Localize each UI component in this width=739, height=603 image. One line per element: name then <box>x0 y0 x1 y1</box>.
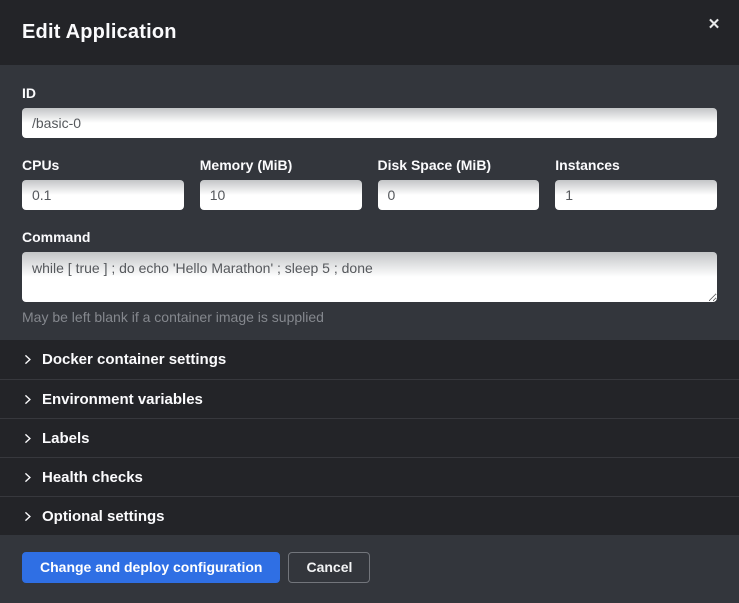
change-and-deploy-button[interactable]: Change and deploy configuration <box>22 552 280 583</box>
chevron-right-icon <box>22 511 33 522</box>
id-label: ID <box>22 85 717 101</box>
cancel-button[interactable]: Cancel <box>288 552 370 583</box>
section-label: Health checks <box>42 469 143 486</box>
command-help-text: May be left blank if a container image i… <box>22 309 717 325</box>
disk-input[interactable] <box>378 180 540 210</box>
memory-input[interactable] <box>200 180 362 210</box>
command-label: Command <box>22 229 717 245</box>
disk-field-group: Disk Space (MiB) <box>378 157 540 210</box>
section-health-checks[interactable]: Health checks <box>0 457 739 496</box>
section-environment-variables[interactable]: Environment variables <box>0 379 739 418</box>
instances-field-group: Instances <box>555 157 717 210</box>
section-optional-settings[interactable]: Optional settings <box>0 496 739 535</box>
command-field-group: Command while [ true ] ; do echo 'Hello … <box>22 229 717 325</box>
chevron-right-icon <box>22 354 33 365</box>
cpus-field-group: CPUs <box>22 157 184 210</box>
memory-label: Memory (MiB) <box>200 157 362 173</box>
resources-row: CPUs Memory (MiB) Disk Space (MiB) Insta… <box>22 157 717 210</box>
disk-label: Disk Space (MiB) <box>378 157 540 173</box>
cpus-label: CPUs <box>22 157 184 173</box>
chevron-right-icon <box>22 394 33 405</box>
instances-input[interactable] <box>555 180 717 210</box>
section-label: Environment variables <box>42 391 203 408</box>
section-label: Labels <box>42 430 90 447</box>
accordion-sections: Docker container settings Environment va… <box>0 340 739 535</box>
section-labels[interactable]: Labels <box>0 418 739 457</box>
edit-application-modal: Edit Application ✕ ID CPUs Memory (MiB) … <box>0 0 739 599</box>
id-input[interactable] <box>22 108 717 138</box>
page-title: Edit Application <box>22 21 177 44</box>
section-label: Optional settings <box>42 508 165 525</box>
cpus-input[interactable] <box>22 180 184 210</box>
command-textarea[interactable]: while [ true ] ; do echo 'Hello Marathon… <box>22 252 717 302</box>
section-label: Docker container settings <box>42 351 226 368</box>
modal-footer: Change and deploy configuration Cancel <box>0 535 739 603</box>
id-field-group: ID <box>22 85 717 138</box>
chevron-right-icon <box>22 433 33 444</box>
modal-header: Edit Application ✕ <box>0 0 739 65</box>
close-icon[interactable]: ✕ <box>703 14 725 36</box>
instances-label: Instances <box>555 157 717 173</box>
section-docker-container-settings[interactable]: Docker container settings <box>0 340 739 379</box>
application-form: ID CPUs Memory (MiB) Disk Space (MiB) In… <box>0 65 739 340</box>
memory-field-group: Memory (MiB) <box>200 157 362 210</box>
chevron-right-icon <box>22 472 33 483</box>
